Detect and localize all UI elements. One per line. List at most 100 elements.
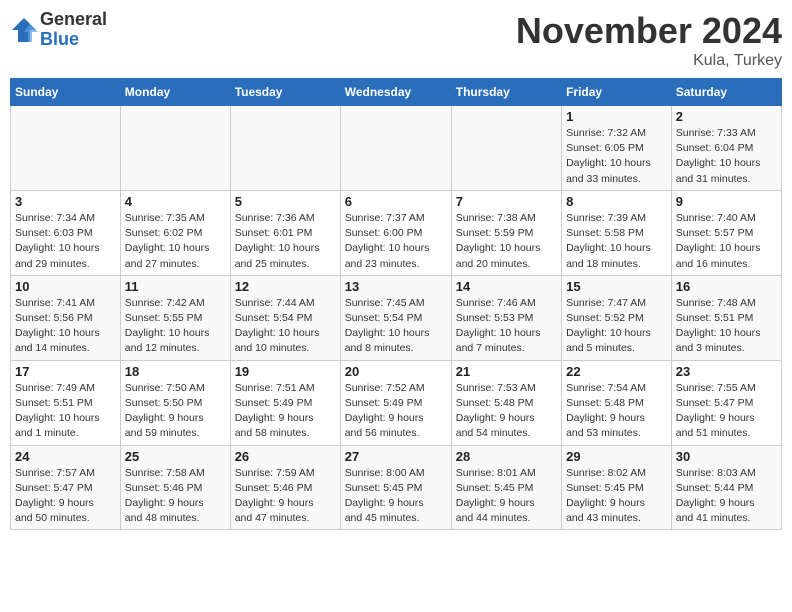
- calendar-cell: 28 Sunrise: 8:01 AM Sunset: 5:45 PM Dayli…: [451, 445, 561, 530]
- calendar-cell: 18 Sunrise: 7:50 AM Sunset: 5:50 PM Dayli…: [120, 360, 230, 445]
- day-number: 10: [15, 279, 116, 294]
- weekday-header-thursday: Thursday: [451, 79, 561, 106]
- calendar-cell: [11, 106, 121, 191]
- day-info: Sunrise: 7:46 AM Sunset: 5:53 PM Dayligh…: [456, 296, 557, 357]
- calendar-cell: 9Sunrise: 7:40 AM Sunset: 5:57 PM Daylig…: [671, 190, 781, 275]
- location: Kula, Turkey: [516, 52, 782, 70]
- day-number: 14: [456, 279, 557, 294]
- calendar-cell: 19 Sunrise: 7:51 AM Sunset: 5:49 PM Dayli…: [230, 360, 340, 445]
- calendar-week-5: 24Sunrise: 7:57 AM Sunset: 5:47 PM Dayli…: [11, 445, 782, 530]
- day-number: 11: [125, 279, 226, 294]
- day-number: 9: [676, 194, 777, 209]
- day-number: 28: [456, 449, 557, 464]
- calendar-cell: 13Sunrise: 7:45 AM Sunset: 5:54 PM Dayli…: [340, 275, 451, 360]
- day-info: Sunrise: 7:44 AM Sunset: 5:54 PM Dayligh…: [235, 296, 336, 357]
- day-info: Sunrise: 7:55 AM Sunset: 5:47 PM Dayligh…: [676, 381, 777, 442]
- calendar-week-1: 1 Sunrise: 7:32 AM Sunset: 6:05 PM Daylig…: [11, 106, 782, 191]
- logo-text: General Blue: [40, 10, 107, 50]
- calendar-cell: 26Sunrise: 7:59 AM Sunset: 5:46 PM Dayli…: [230, 445, 340, 530]
- day-number: 7: [456, 194, 557, 209]
- calendar-cell: 17 Sunrise: 7:49 AM Sunset: 5:51 PM Dayli…: [11, 360, 121, 445]
- calendar-cell: 15 Sunrise: 7:47 AM Sunset: 5:52 PM Dayli…: [562, 275, 672, 360]
- day-info: Sunrise: 8:01 AM Sunset: 5:45 PM Dayligh…: [456, 466, 557, 527]
- month-title: November 2024: [516, 10, 782, 52]
- day-info: Sunrise: 7:50 AM Sunset: 5:50 PM Dayligh…: [125, 381, 226, 442]
- day-info: Sunrise: 7:39 AM Sunset: 5:58 PM Dayligh…: [566, 211, 667, 272]
- day-number: 24: [15, 449, 116, 464]
- calendar-cell: 5 Sunrise: 7:36 AM Sunset: 6:01 PM Daylig…: [230, 190, 340, 275]
- day-number: 22: [566, 364, 667, 379]
- calendar-cell: 1 Sunrise: 7:32 AM Sunset: 6:05 PM Daylig…: [562, 106, 672, 191]
- day-number: 6: [345, 194, 447, 209]
- weekday-header-tuesday: Tuesday: [230, 79, 340, 106]
- day-info: Sunrise: 8:03 AM Sunset: 5:44 PM Dayligh…: [676, 466, 777, 527]
- day-number: 12: [235, 279, 336, 294]
- calendar-cell: 21 Sunrise: 7:53 AM Sunset: 5:48 PM Dayli…: [451, 360, 561, 445]
- calendar-cell: 3 Sunrise: 7:34 AM Sunset: 6:03 PM Daylig…: [11, 190, 121, 275]
- weekday-header-sunday: Sunday: [11, 79, 121, 106]
- calendar-cell: [230, 106, 340, 191]
- calendar-cell: 27Sunrise: 8:00 AM Sunset: 5:45 PM Dayli…: [340, 445, 451, 530]
- day-number: 4: [125, 194, 226, 209]
- day-number: 25: [125, 449, 226, 464]
- day-number: 17: [15, 364, 116, 379]
- calendar-cell: 16 Sunrise: 7:48 AM Sunset: 5:51 PM Dayli…: [671, 275, 781, 360]
- day-number: 1: [566, 109, 667, 124]
- day-number: 16: [676, 279, 777, 294]
- day-number: 19: [235, 364, 336, 379]
- title-block: November 2024 Kula, Turkey: [516, 10, 782, 70]
- day-number: 15: [566, 279, 667, 294]
- calendar-cell: 25Sunrise: 7:58 AM Sunset: 5:46 PM Dayli…: [120, 445, 230, 530]
- logo: General Blue: [10, 10, 107, 50]
- weekday-header-wednesday: Wednesday: [340, 79, 451, 106]
- calendar-cell: 7Sunrise: 7:38 AM Sunset: 5:59 PM Daylig…: [451, 190, 561, 275]
- calendar-cell: [451, 106, 561, 191]
- calendar-cell: 11Sunrise: 7:42 AM Sunset: 5:55 PM Dayli…: [120, 275, 230, 360]
- day-info: Sunrise: 7:36 AM Sunset: 6:01 PM Dayligh…: [235, 211, 336, 272]
- day-info: Sunrise: 7:41 AM Sunset: 5:56 PM Dayligh…: [15, 296, 116, 357]
- logo-general: General: [40, 10, 107, 30]
- day-number: 3: [15, 194, 116, 209]
- page-header: General Blue November 2024 Kula, Turkey: [10, 10, 782, 70]
- day-number: 8: [566, 194, 667, 209]
- day-info: Sunrise: 7:52 AM Sunset: 5:49 PM Dayligh…: [345, 381, 447, 442]
- day-info: Sunrise: 7:32 AM Sunset: 6:05 PM Dayligh…: [566, 126, 667, 187]
- day-number: 21: [456, 364, 557, 379]
- day-info: Sunrise: 7:49 AM Sunset: 5:51 PM Dayligh…: [15, 381, 116, 442]
- calendar-cell: 6Sunrise: 7:37 AM Sunset: 6:00 PM Daylig…: [340, 190, 451, 275]
- calendar-cell: 2 Sunrise: 7:33 AM Sunset: 6:04 PM Daylig…: [671, 106, 781, 191]
- calendar-cell: 10 Sunrise: 7:41 AM Sunset: 5:56 PM Dayli…: [11, 275, 121, 360]
- day-number: 27: [345, 449, 447, 464]
- calendar-cell: 30Sunrise: 8:03 AM Sunset: 5:44 PM Dayli…: [671, 445, 781, 530]
- weekday-header-saturday: Saturday: [671, 79, 781, 106]
- day-info: Sunrise: 7:47 AM Sunset: 5:52 PM Dayligh…: [566, 296, 667, 357]
- calendar-week-4: 17 Sunrise: 7:49 AM Sunset: 5:51 PM Dayli…: [11, 360, 782, 445]
- weekday-header-monday: Monday: [120, 79, 230, 106]
- day-info: Sunrise: 7:54 AM Sunset: 5:48 PM Dayligh…: [566, 381, 667, 442]
- day-info: Sunrise: 7:51 AM Sunset: 5:49 PM Dayligh…: [235, 381, 336, 442]
- logo-blue: Blue: [40, 30, 107, 50]
- day-info: Sunrise: 7:59 AM Sunset: 5:46 PM Dayligh…: [235, 466, 336, 527]
- calendar-cell: 8 Sunrise: 7:39 AM Sunset: 5:58 PM Daylig…: [562, 190, 672, 275]
- day-number: 18: [125, 364, 226, 379]
- calendar-cell: [340, 106, 451, 191]
- calendar-cell: 22 Sunrise: 7:54 AM Sunset: 5:48 PM Dayli…: [562, 360, 672, 445]
- calendar-cell: [120, 106, 230, 191]
- calendar-week-2: 3 Sunrise: 7:34 AM Sunset: 6:03 PM Daylig…: [11, 190, 782, 275]
- day-info: Sunrise: 7:53 AM Sunset: 5:48 PM Dayligh…: [456, 381, 557, 442]
- day-number: 20: [345, 364, 447, 379]
- calendar-cell: 29Sunrise: 8:02 AM Sunset: 5:45 PM Dayli…: [562, 445, 672, 530]
- day-info: Sunrise: 7:48 AM Sunset: 5:51 PM Dayligh…: [676, 296, 777, 357]
- day-info: Sunrise: 7:33 AM Sunset: 6:04 PM Dayligh…: [676, 126, 777, 187]
- calendar-week-3: 10 Sunrise: 7:41 AM Sunset: 5:56 PM Dayli…: [11, 275, 782, 360]
- day-info: Sunrise: 7:34 AM Sunset: 6:03 PM Dayligh…: [15, 211, 116, 272]
- calendar-table: SundayMondayTuesdayWednesdayThursdayFrid…: [10, 78, 782, 530]
- day-number: 2: [676, 109, 777, 124]
- weekday-header-friday: Friday: [562, 79, 672, 106]
- day-number: 5: [235, 194, 336, 209]
- day-number: 13: [345, 279, 447, 294]
- calendar-cell: 24Sunrise: 7:57 AM Sunset: 5:47 PM Dayli…: [11, 445, 121, 530]
- calendar-cell: 20 Sunrise: 7:52 AM Sunset: 5:49 PM Dayli…: [340, 360, 451, 445]
- logo-icon: [10, 16, 38, 44]
- day-number: 29: [566, 449, 667, 464]
